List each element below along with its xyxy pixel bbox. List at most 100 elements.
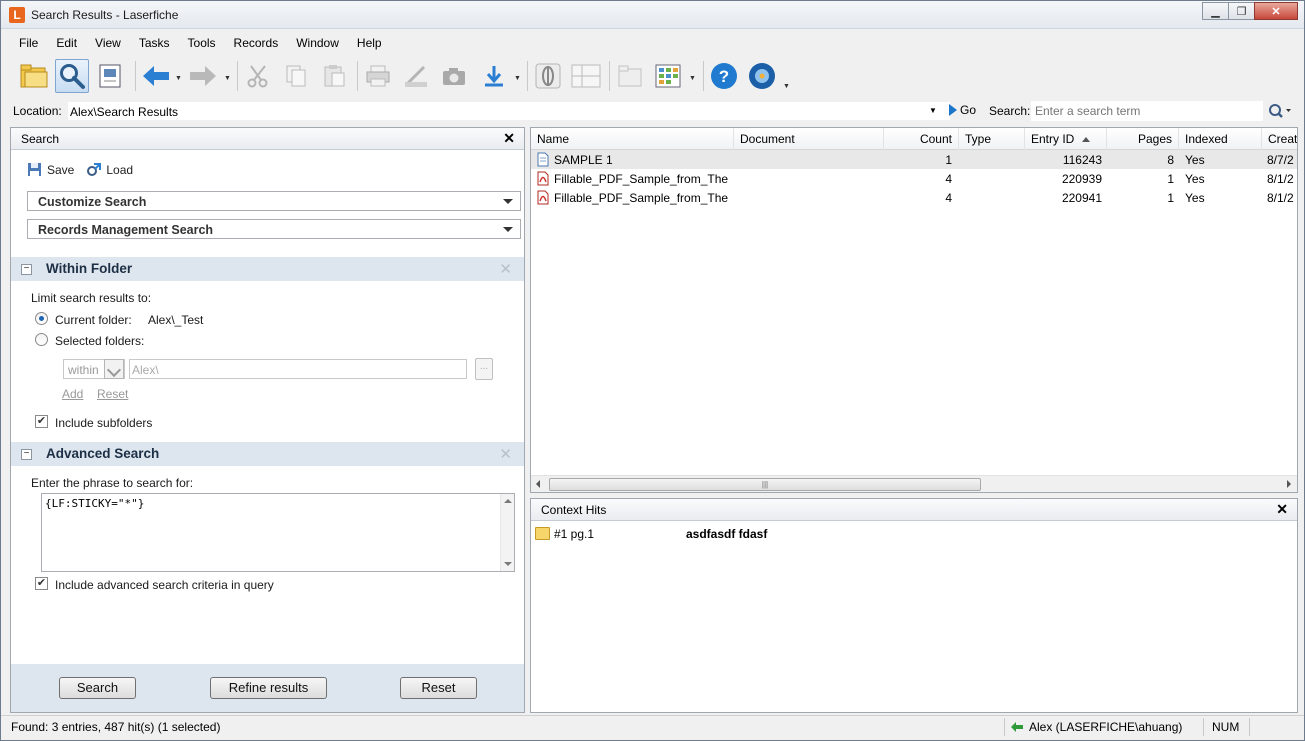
remove-section-icon[interactable]: ✕ — [499, 260, 512, 278]
collapse-icon[interactable]: − — [21, 449, 32, 460]
help-icon[interactable]: ? — [707, 59, 741, 93]
context-hits-close-icon[interactable]: ✕ — [1276, 501, 1288, 518]
selected-folders-label: Selected folders: — [55, 334, 145, 348]
panes-layout-icon[interactable] — [569, 59, 603, 93]
search-pane-close-icon[interactable]: ✕ — [503, 130, 515, 147]
menu-help[interactable]: Help — [347, 34, 390, 54]
maximize-button[interactable]: ❐ — [1228, 2, 1255, 20]
scrollbar-thumb[interactable]: ||| — [549, 478, 981, 491]
result-name: Fillable_PDF_Sample_from_The... — [554, 191, 729, 205]
search-button-bar: Search Refine results Reset — [11, 664, 524, 712]
pdf-icon — [537, 171, 549, 186]
back-dropdown-icon[interactable]: ▼ — [175, 75, 182, 82]
folder-path-field[interactable]: Alex\ — [129, 359, 467, 379]
column-pages[interactable]: Pages — [1107, 128, 1179, 150]
load-search-button[interactable]: Load — [86, 162, 133, 177]
go-button[interactable]: Go — [949, 103, 976, 117]
back-arrow-icon[interactable] — [139, 59, 173, 93]
column-entry-id[interactable]: Entry ID — [1025, 128, 1107, 150]
scan-icon[interactable] — [399, 59, 433, 93]
phrase-textarea[interactable]: {LF:STICKY="*"} — [41, 493, 515, 572]
within-folder-section-header[interactable]: − Within Folder ✕ — [11, 257, 524, 281]
result-row[interactable]: Fillable_PDF_Sample_from_The... 4 220939… — [531, 169, 1297, 188]
paste-icon[interactable] — [317, 59, 351, 93]
annotation-icon[interactable] — [531, 59, 565, 93]
current-folder-radio[interactable] — [35, 312, 48, 325]
window-title: Search Results - Laserfiche — [31, 8, 179, 22]
column-document[interactable]: Document — [734, 128, 884, 150]
result-row[interactable]: SAMPLE 1 1 116243 8 Yes 8/7/2 — [531, 150, 1297, 169]
location-dropdown-icon[interactable]: ▼ — [929, 106, 937, 115]
scroll-left-icon[interactable] — [536, 480, 540, 488]
new-folder-icon[interactable] — [613, 59, 647, 93]
menu-file[interactable]: File — [9, 34, 46, 54]
column-indexed[interactable]: Indexed — [1179, 128, 1262, 150]
customize-search-dropdown[interactable]: Customize Search — [27, 191, 521, 211]
menu-edit[interactable]: Edit — [46, 34, 85, 54]
print-icon[interactable] — [361, 59, 395, 93]
within-folder-title: Within Folder — [46, 261, 133, 276]
scroll-down-icon[interactable] — [504, 562, 512, 566]
browse-folder-button[interactable]: ... — [475, 358, 493, 380]
view-options-icon[interactable] — [651, 59, 685, 93]
include-subfolders-checkbox[interactable]: ✔ — [35, 415, 48, 428]
records-management-dropdown[interactable]: Records Management Search — [27, 219, 521, 239]
results-horizontal-scrollbar[interactable]: ||| — [531, 475, 1297, 492]
column-name[interactable]: Name — [531, 128, 734, 150]
folder-browser-icon[interactable] — [17, 59, 51, 93]
download-dropdown-icon[interactable]: ▼ — [514, 75, 521, 82]
view-options-dropdown-icon[interactable]: ▼ — [689, 75, 696, 82]
reset-search-button[interactable]: Reset — [400, 677, 477, 699]
menu-tasks[interactable]: Tasks — [129, 34, 178, 54]
result-created: 8/1/2 — [1267, 191, 1294, 205]
extras-dropdown-icon[interactable]: ▼ — [783, 83, 790, 90]
search-input[interactable] — [1031, 101, 1263, 121]
cut-icon[interactable] — [241, 59, 275, 93]
chevron-down-icon — [104, 359, 124, 379]
forward-dropdown-icon[interactable]: ▼ — [224, 75, 231, 82]
search-pane: Search ✕ Save Load Customize Search Reco… — [10, 127, 525, 713]
download-icon[interactable] — [477, 59, 511, 93]
close-window-button[interactable]: ✕ — [1254, 2, 1298, 20]
save-search-button[interactable]: Save — [27, 162, 74, 177]
forward-arrow-icon[interactable] — [186, 59, 220, 93]
minimize-button[interactable]: ▁ — [1202, 2, 1229, 20]
context-hit-row[interactable]: #1 pg.1 asdfasdf fdasf — [535, 527, 1235, 543]
menu-records[interactable]: Records — [224, 34, 287, 54]
advanced-search-section-header[interactable]: − Advanced Search ✕ — [11, 442, 524, 466]
copy-icon[interactable] — [279, 59, 313, 93]
camera-icon[interactable] — [437, 59, 471, 93]
menu-window[interactable]: Window — [286, 34, 347, 54]
scroll-right-icon[interactable] — [1287, 480, 1291, 488]
result-entry-id: 220939 — [1061, 172, 1102, 186]
refine-results-button[interactable]: Refine results — [210, 677, 327, 699]
search-button[interactable]: Search — [59, 677, 136, 699]
svg-text:?: ? — [719, 67, 729, 86]
location-field[interactable]: Alex\Search Results — [67, 101, 951, 121]
pdf-icon — [537, 190, 549, 205]
reset-folder-link[interactable]: Reset — [97, 387, 128, 401]
phrase-scrollbar[interactable] — [500, 494, 514, 571]
laserfiche-app-icon[interactable]: L — [9, 7, 25, 23]
result-row[interactable]: Fillable_PDF_Sample_from_The... 4 220941… — [531, 188, 1297, 207]
column-created[interactable]: Creat — [1262, 128, 1297, 150]
status-bar: Found: 3 entries, 487 hit(s) (1 selected… — [1, 715, 1304, 737]
metadata-pane-icon[interactable] — [93, 59, 127, 93]
scroll-up-icon[interactable] — [504, 499, 512, 503]
search-pane-icon[interactable] — [55, 59, 89, 93]
column-count[interactable]: Count — [884, 128, 959, 150]
collapse-icon[interactable]: − — [21, 264, 32, 275]
laserfiche-disc-icon[interactable] — [745, 59, 779, 93]
add-folder-link[interactable]: Add — [62, 387, 83, 401]
limit-results-label: Limit search results to: — [31, 291, 152, 305]
include-criteria-checkbox[interactable]: ✔ — [35, 577, 48, 590]
remove-section-icon[interactable]: ✕ — [499, 445, 512, 463]
folder-scope-value: within — [68, 363, 99, 377]
selected-folders-radio[interactable] — [35, 333, 48, 346]
column-type[interactable]: Type — [959, 128, 1025, 150]
menu-tools[interactable]: Tools — [178, 34, 224, 54]
save-load-row: Save Load — [27, 162, 133, 177]
search-go-button[interactable] — [1267, 102, 1293, 120]
menu-view[interactable]: View — [85, 34, 129, 54]
folder-scope-select[interactable]: within — [63, 359, 125, 379]
